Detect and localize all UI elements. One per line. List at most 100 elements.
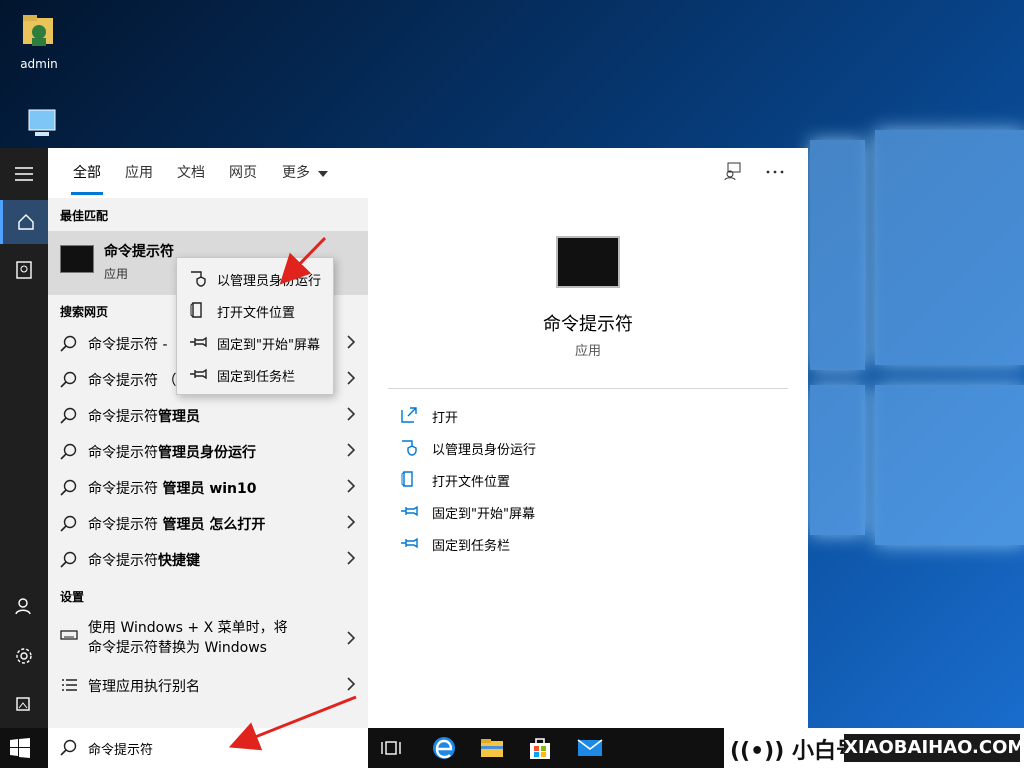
- preview-header: 命令提示符 应用: [368, 198, 808, 388]
- chevron-right-icon: [347, 631, 356, 645]
- task-view-icon[interactable]: [378, 734, 406, 762]
- rail-home-button[interactable]: [0, 200, 48, 244]
- open-icon: [401, 407, 417, 423]
- preview-pane: 命令提示符 应用 打开 以管理员身份运行 打开文件位置 固定到"开始"屏幕 固定…: [368, 198, 808, 728]
- divider: [388, 388, 788, 389]
- tab-docs[interactable]: 文档: [177, 162, 205, 182]
- cmd-app-icon: [60, 245, 94, 273]
- section-settings: 设置: [60, 590, 85, 604]
- store-icon[interactable]: [526, 734, 554, 762]
- rail-documents-button[interactable]: [0, 248, 48, 292]
- file-explorer-icon[interactable]: [478, 734, 506, 762]
- context-run-as-admin[interactable]: 以管理员身份运行: [177, 262, 333, 294]
- tab-more-label: 更多: [282, 165, 310, 181]
- search-icon: [60, 479, 77, 496]
- web-result-text: 命令提示符 （: [88, 373, 177, 389]
- best-match-type: 应用: [104, 267, 129, 281]
- pin-icon: [190, 336, 207, 348]
- web-result-text: 命令提示符 管理员 怎么打开: [88, 517, 266, 533]
- search-tabs: 全部 应用 文档 网页 更多: [48, 148, 808, 198]
- search-input[interactable]: 命令提示符: [88, 739, 153, 758]
- keyboard-icon: [60, 630, 78, 640]
- more-options-icon[interactable]: [766, 170, 784, 174]
- tab-web[interactable]: 网页: [229, 162, 257, 182]
- documents-icon: [16, 261, 32, 279]
- user-icon: [15, 598, 31, 615]
- rail-user-button[interactable]: [0, 584, 48, 628]
- gear-icon: [16, 648, 32, 664]
- chevron-right-icon: [347, 479, 356, 493]
- taskbar-search[interactable]: 命令提示符: [48, 728, 368, 768]
- cmd-large-icon: [556, 236, 620, 288]
- settings-result-text: 使用 Windows + X 菜单时，将 命令提示符替换为 Windows: [88, 620, 288, 656]
- edge-icon[interactable]: [430, 734, 458, 762]
- search-icon: [60, 515, 77, 532]
- settings-result-1[interactable]: 使用 Windows + X 菜单时，将 命令提示符替换为 Windows: [48, 612, 368, 664]
- web-result-3[interactable]: 命令提示符管理员: [48, 398, 368, 434]
- chevron-right-icon: [347, 515, 356, 529]
- desktop-icon-this-pc[interactable]: [4, 104, 74, 151]
- start-rail: [0, 148, 48, 728]
- web-result-7[interactable]: 命令提示符快捷键: [48, 542, 368, 578]
- home-icon: [17, 214, 34, 230]
- shield-icon: [402, 440, 417, 456]
- section-web: 搜索网页: [60, 305, 109, 319]
- file-location-icon: [190, 302, 202, 318]
- web-result-text: 命令提示符 -: [88, 337, 168, 353]
- file-location-icon: [401, 471, 413, 487]
- web-result-4[interactable]: 命令提示符管理员身份运行: [48, 434, 368, 470]
- web-result-6[interactable]: 命令提示符 管理员 怎么打开: [48, 506, 368, 542]
- watermark-brand: ((•)) 小白号: [730, 739, 858, 764]
- desktop-icon-admin[interactable]: admin: [4, 10, 74, 71]
- chevron-right-icon: [347, 371, 356, 385]
- tab-apps[interactable]: 应用: [125, 162, 153, 182]
- rail-settings-button[interactable]: [0, 634, 48, 678]
- web-result-text: 命令提示符管理员: [88, 409, 200, 425]
- preview-title: 命令提示符: [543, 314, 633, 335]
- pin-icon: [190, 368, 207, 380]
- windows-wallpaper-logo: [800, 130, 1024, 550]
- hamburger-menu-button[interactable]: [0, 152, 48, 196]
- feedback-icon[interactable]: [724, 162, 742, 180]
- settings-result-2[interactable]: 管理应用执行别名: [48, 668, 368, 704]
- web-result-text: 命令提示符管理员身份运行: [88, 445, 256, 461]
- photos-icon: [16, 697, 30, 711]
- chevron-right-icon: [347, 407, 356, 421]
- search-icon: [60, 335, 77, 352]
- tab-more[interactable]: 更多: [282, 162, 329, 182]
- rail-photos-button[interactable]: [0, 682, 48, 726]
- preview-type: 应用: [574, 344, 601, 359]
- web-result-text: 命令提示符 管理员 win10: [88, 481, 257, 497]
- section-best-match: 最佳匹配: [60, 209, 109, 223]
- search-icon: [60, 407, 77, 424]
- context-open-file-location[interactable]: 打开文件位置: [177, 294, 333, 326]
- context-menu: 以管理员身份运行 打开文件位置 固定到"开始"屏幕 固定到任务栏: [176, 257, 334, 395]
- context-pin-to-taskbar[interactable]: 固定到任务栏: [177, 358, 333, 390]
- web-result-5[interactable]: 命令提示符 管理员 win10: [48, 470, 368, 506]
- chevron-right-icon: [347, 677, 356, 691]
- mail-icon[interactable]: [576, 734, 604, 762]
- pin-icon: [401, 537, 418, 549]
- web-result-text: 命令提示符快捷键: [88, 553, 200, 569]
- this-pc-icon: [28, 109, 56, 136]
- shield-icon: [191, 271, 206, 287]
- pin-icon: [401, 505, 418, 517]
- search-icon: [60, 443, 77, 460]
- settings-result-text: 管理应用执行别名: [88, 679, 200, 695]
- desktop-icon-label: admin: [20, 57, 58, 71]
- search-icon: [60, 551, 77, 568]
- search-icon: [60, 371, 77, 388]
- chevron-down-icon: [318, 171, 329, 177]
- context-pin-to-start[interactable]: 固定到"开始"屏幕: [177, 326, 333, 358]
- search-panel: 全部 应用 文档 网页 更多 最佳匹配 命令提示符 应用 搜索网页 命令提示符 …: [48, 148, 808, 728]
- user-folder-icon: [23, 15, 53, 46]
- tab-all[interactable]: 全部: [71, 162, 103, 195]
- chevron-right-icon: [347, 443, 356, 457]
- watermark-domain: XIAOBAIHAO.COM: [844, 734, 1024, 762]
- list-icon: [62, 679, 77, 691]
- watermark-banner: ((•)) 小白号 XIAOBAIHAO.COM: [724, 728, 1024, 768]
- hamburger-menu-icon: [15, 167, 33, 181]
- windows-start-icon[interactable]: [10, 738, 30, 758]
- chevron-right-icon: [347, 551, 356, 565]
- chevron-right-icon: [347, 335, 356, 349]
